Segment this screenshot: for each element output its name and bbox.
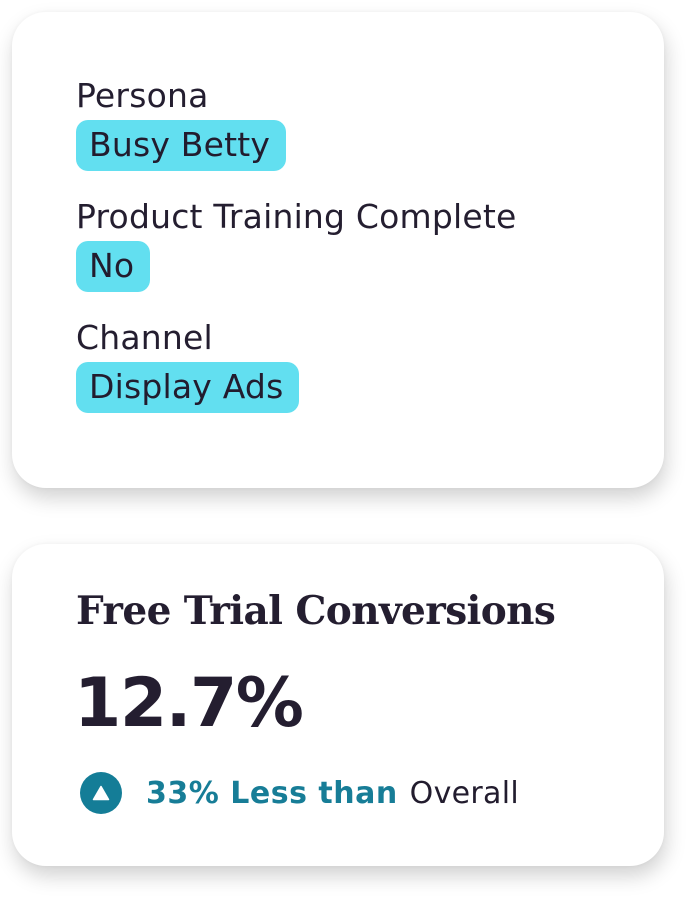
metric-card: Free Trial Conversions 12.7% 33% Less th… — [12, 544, 664, 866]
segment-attributes-card: Persona Busy Betty Product Training Comp… — [12, 12, 664, 488]
attribute-product-training: Product Training Complete No — [76, 197, 664, 292]
comparison-delta: 33% Less than — [146, 775, 398, 811]
metric-title: Free Trial Conversions — [76, 588, 556, 634]
metric-value: 12.7% — [74, 664, 304, 743]
attribute-value-tag: No — [76, 241, 151, 292]
attribute-persona: Persona Busy Betty — [76, 76, 664, 171]
attribute-value-tag: Busy Betty — [76, 120, 287, 171]
metric-comparison: 33% Less than Overall — [80, 772, 519, 814]
attribute-label: Product Training Complete — [76, 197, 517, 236]
attribute-label: Channel — [76, 318, 213, 357]
attribute-value-tag: Display Ads — [76, 362, 300, 413]
triangle-up-icon — [80, 772, 122, 814]
attribute-channel: Channel Display Ads — [76, 318, 664, 413]
attribute-label: Persona — [76, 76, 209, 115]
comparison-baseline: Overall — [409, 775, 519, 811]
